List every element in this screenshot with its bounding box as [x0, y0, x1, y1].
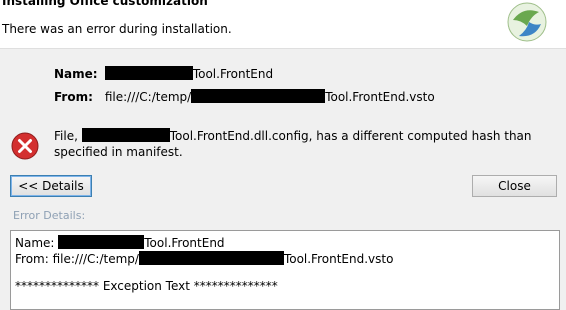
error-message: File, Tool.FrontEnd.dll.config, has a di… [54, 128, 554, 160]
error-details-textbox[interactable]: Name: Tool.FrontEnd From: file:///C:/tem… [10, 230, 560, 310]
details-name-line: Name: Tool.FrontEnd [15, 235, 225, 250]
dialog-subtitle: There was an error during installation. [2, 22, 232, 36]
error-details-label: Error Details: [13, 209, 86, 222]
details-from-line: From: file:///C:/temp/Tool.FrontEnd.vsto [15, 251, 393, 266]
error-message-prefix: File, [54, 129, 82, 143]
from-row: From: file:///C:/temp/Tool.FrontEnd.vsto [54, 89, 435, 104]
redaction-bar [191, 89, 326, 103]
redaction-bar [81, 128, 170, 142]
from-label: From: [54, 90, 93, 104]
from-value-prefix: file:///C:/temp/ [104, 90, 192, 104]
dialog-header: Installing Office customization There wa… [0, 0, 566, 49]
redaction-bar [104, 66, 193, 80]
details-button[interactable]: << Details [10, 175, 92, 197]
details-name-suffix: Tool.FrontEnd [144, 236, 225, 250]
name-label: Name: [54, 67, 98, 81]
dialog-title: Installing Office customization [2, 0, 208, 8]
details-name-prefix: Name: [15, 236, 59, 250]
name-row: Name: Tool.FrontEnd [54, 66, 273, 81]
details-from-prefix: From: file:///C:/temp/ [15, 252, 139, 266]
from-value-suffix: Tool.FrontEnd.vsto [325, 90, 435, 104]
office-logo-icon [507, 2, 547, 42]
close-button[interactable]: Close [472, 175, 557, 197]
error-icon [11, 132, 39, 160]
details-exception-line: ************** Exception Text **********… [15, 279, 278, 293]
redaction-bar [58, 235, 145, 249]
name-value: Tool.FrontEnd [192, 67, 274, 81]
details-from-suffix: Tool.FrontEnd.vsto [283, 252, 394, 266]
redaction-bar [138, 251, 284, 265]
